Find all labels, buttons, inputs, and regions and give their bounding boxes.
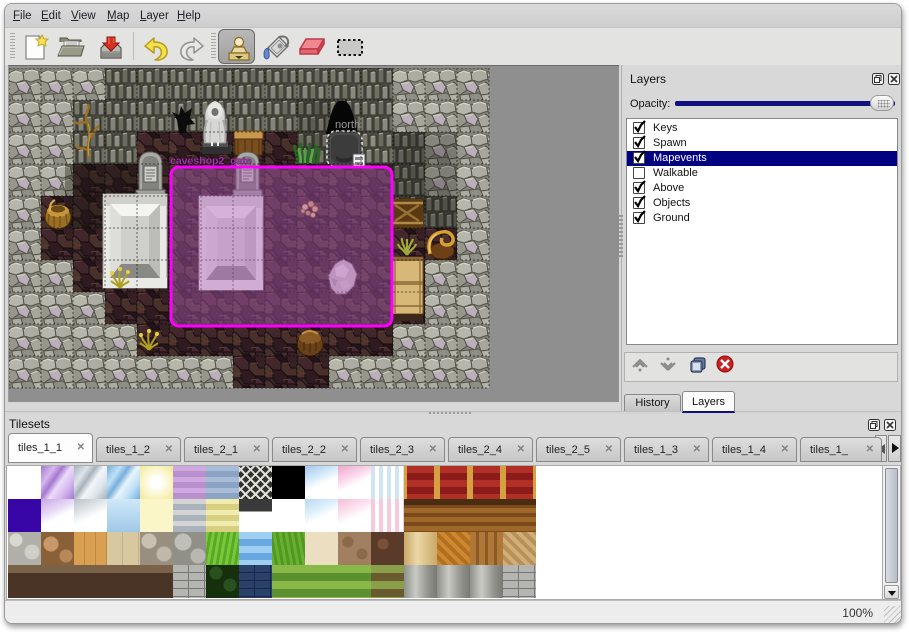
svg-text:caveshop2_gate: caveshop2_gate <box>170 155 252 167</box>
svg-text:north: north <box>335 119 360 131</box>
